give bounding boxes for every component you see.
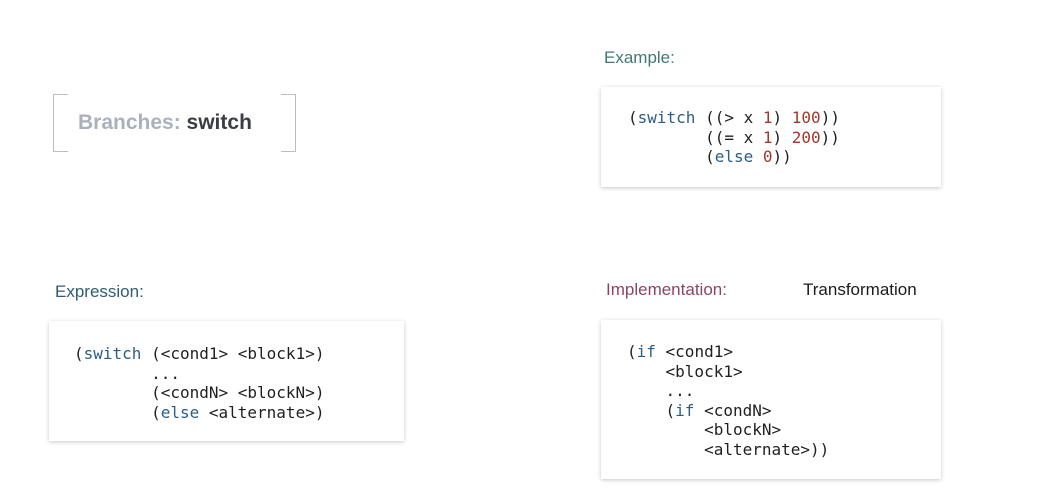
title-prefix: Branches: [78, 111, 181, 134]
code-text: ( [628, 147, 715, 166]
code-text: (<cond1> <block1>) [141, 344, 325, 363]
expression-label: Expression: [55, 282, 144, 301]
code-text: ... [627, 381, 695, 400]
code-text: (<condN> <blockN>) [74, 383, 325, 402]
slide-title: Branches: switch [78, 111, 252, 135]
code-text: ... [74, 363, 180, 383]
code-text: )) [820, 108, 840, 127]
code-text: ( [74, 402, 161, 422]
code-text: ) [772, 108, 792, 127]
transformation-label: Transformation [803, 280, 917, 299]
title-keyword: switch [186, 111, 252, 134]
right-bracket [281, 94, 296, 152]
example-label: Example: [604, 48, 675, 67]
code-number: 200 [791, 127, 821, 147]
code-line: (if <cond1> [627, 342, 733, 361]
code-line: (switch ((> x 1) 100)) [628, 108, 840, 127]
code-keyword: switch [83, 344, 142, 363]
code-text: <cond1> [655, 342, 733, 361]
code-line: (switch (<cond1> <block1>) [74, 344, 324, 363]
code-line: <block1> [627, 362, 743, 381]
implementation-code: (if <cond1> <block1> ... (if <condN> <bl… [627, 342, 829, 459]
code-keyword: if [636, 342, 656, 361]
code-keyword: switch [637, 108, 696, 127]
left-bracket [53, 94, 68, 152]
code-number: 0 [762, 147, 773, 166]
code-line: <alternate>)) [627, 440, 829, 459]
code-keyword: if [675, 400, 695, 420]
code-line: ... [627, 381, 695, 400]
expression-code: (switch (<cond1> <block1>) ... (<condN> … [74, 344, 324, 422]
expression-code-card: (switch (<cond1> <block1>) ... (<condN> … [49, 321, 404, 441]
code-text: ( [628, 108, 638, 127]
implementation-label: Implementation: [606, 280, 727, 299]
slide-title-box: Branches: switch [53, 94, 296, 152]
code-text: ((> x [695, 108, 763, 127]
implementation-code-card: (if <cond1> <block1> ... (if <condN> <bl… [601, 320, 941, 479]
code-text: <condN> [694, 400, 772, 420]
code-number: 1 [762, 108, 773, 127]
code-line: ((= x 1) 200)) [628, 128, 840, 147]
code-number: 1 [762, 127, 773, 147]
code-text: <alternate>)) [627, 439, 830, 459]
code-text: ( [627, 400, 676, 420]
code-text: )) [820, 127, 840, 147]
code-keyword: else [714, 147, 754, 166]
code-number: 100 [791, 108, 821, 127]
code-line: (else <alternate>) [74, 403, 324, 422]
code-text: ( [627, 342, 637, 361]
example-code: (switch ((> x 1) 100)) ((= x 1) 200)) (e… [628, 108, 840, 167]
example-code-card: (switch ((> x 1) 100)) ((= x 1) 200)) (e… [601, 87, 941, 187]
code-keyword: else [160, 402, 200, 422]
code-text: <alternate>) [199, 402, 325, 422]
code-text: ) [772, 127, 792, 147]
code-text: <blockN> [627, 420, 782, 439]
code-text: <block1> [627, 361, 743, 381]
code-text: ( [74, 344, 84, 363]
code-line: ... [74, 364, 180, 383]
code-line: <blockN> [627, 420, 781, 439]
code-line: (<condN> <blockN>) [74, 383, 324, 402]
code-line: (if <condN> [627, 401, 772, 420]
code-text: )) [772, 147, 792, 166]
code-text: ((= x [628, 127, 763, 147]
code-line: (else 0)) [628, 147, 792, 166]
